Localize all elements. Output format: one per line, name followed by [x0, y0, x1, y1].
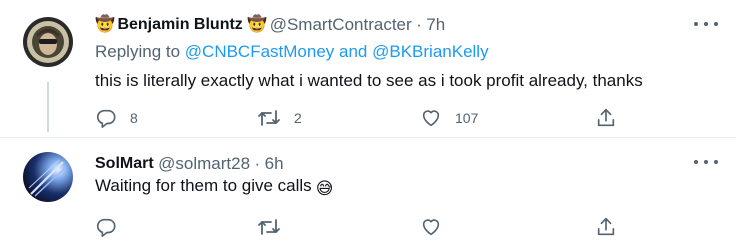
retweet-icon [258, 110, 280, 126]
tweet[interactable]: SolMart @solmart28 · 6h Waiting for them… [0, 138, 736, 246]
separator-dot: · [416, 15, 422, 34]
like-button[interactable]: 107 [420, 106, 478, 130]
avatar[interactable] [23, 152, 73, 202]
retweet-button[interactable]: 2 [257, 106, 302, 130]
retweet-button[interactable] [257, 215, 281, 239]
reply-button[interactable] [95, 215, 117, 239]
replying-to-label: Replying to [95, 42, 185, 61]
share-icon [597, 217, 615, 236]
share-icon [597, 108, 615, 127]
tweet-header: SolMart @solmart28 · 6h [95, 151, 718, 177]
timestamp[interactable]: 7h [426, 15, 445, 34]
reply-icon [96, 109, 116, 128]
avatar[interactable] [23, 17, 73, 67]
display-name[interactable]: Benjamin Bluntz [117, 16, 242, 33]
thread-line [47, 82, 49, 132]
separator-dot: · [254, 154, 261, 173]
mention-conjunction: and [334, 42, 373, 61]
heart-icon [422, 219, 440, 236]
like-count: 107 [455, 110, 479, 126]
mention-link[interactable]: @BKBrianKelly [372, 42, 488, 61]
display-name[interactable]: SolMart [95, 155, 154, 172]
more-icon[interactable] [694, 156, 718, 168]
tweet-text: this is literally exactly what i wanted … [95, 71, 643, 90]
replying-to: Replying to @CNBCFastMoney and @BKBrianK… [95, 42, 489, 62]
share-button[interactable] [595, 215, 617, 239]
retweet-icon [258, 219, 280, 235]
timestamp[interactable]: 6h [265, 154, 284, 173]
reply-icon [96, 218, 116, 237]
heart-icon [422, 110, 440, 127]
cowboy-emoji-icon: 🤠 [95, 16, 115, 33]
like-button[interactable] [420, 215, 442, 239]
user-handle[interactable]: @solmart28 [158, 154, 250, 173]
tweet-actions: 8 2 107 [95, 106, 736, 130]
tweet-actions [95, 215, 736, 239]
tweet[interactable]: 🤠 Benjamin Bluntz 🤠 @SmartContracter · 7… [0, 0, 736, 137]
user-handle[interactable]: @SmartContracter [270, 15, 412, 34]
more-icon[interactable] [694, 18, 718, 30]
tweet-text-line: Waiting for them to give calls 😅 [95, 175, 333, 200]
reply-button[interactable]: 8 [95, 106, 138, 130]
grinning-sweat-emoji-icon: 😅 [315, 179, 334, 198]
share-button[interactable] [595, 106, 617, 130]
cowboy-emoji-icon: 🤠 [247, 16, 268, 33]
mention-link[interactable]: @CNBCFastMoney [185, 42, 335, 61]
retweet-count: 2 [294, 110, 302, 126]
reply-count: 8 [130, 110, 138, 126]
tweet-text: Waiting for them to give calls [95, 176, 312, 195]
tweet-header: 🤠 Benjamin Bluntz 🤠 @SmartContracter · 7… [95, 12, 718, 38]
